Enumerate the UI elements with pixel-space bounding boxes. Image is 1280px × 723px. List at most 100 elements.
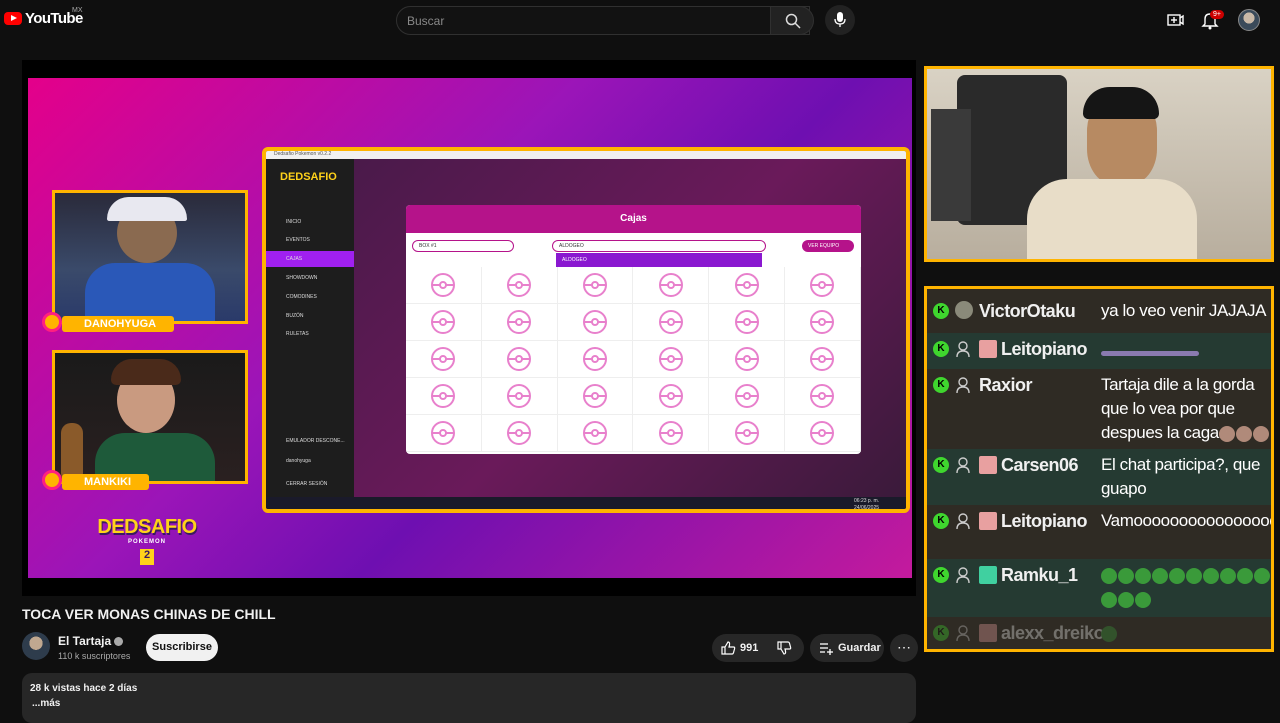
chat-text	[1101, 563, 1271, 611]
pokeball-icon	[810, 421, 835, 445]
description-box[interactable]: 28 k vistas hace 2 días ...más	[22, 673, 916, 723]
chat-text-content: El chat participa?, que guapo	[1101, 455, 1261, 498]
box-slot	[784, 378, 861, 415]
pokeball-icon	[431, 273, 456, 297]
pokeball-icon	[507, 310, 532, 334]
box-slot	[557, 304, 634, 341]
chat-username: Leitopiano	[1001, 339, 1088, 359]
chat-text: Vamoooooooooooooooooooooooos	[1101, 509, 1271, 533]
search-icon	[785, 13, 801, 29]
like-icon[interactable]	[720, 640, 736, 656]
box-slot	[633, 304, 710, 341]
menu-showdown: SHOWDOWN	[286, 275, 318, 281]
chat-username: VictorOtaku	[979, 301, 1076, 321]
box-slot	[557, 341, 634, 378]
box-slot	[709, 341, 785, 378]
dislike-icon[interactable]	[776, 640, 792, 656]
emote-icon	[1220, 567, 1236, 584]
box-select: BOX #1	[412, 240, 514, 252]
game-window-title: Dedsafio Pokemon v0.2.2	[266, 151, 906, 159]
pokeball-icon	[582, 273, 607, 297]
pokeball-icon	[658, 273, 683, 297]
game-user: danohyuga	[286, 458, 311, 464]
chat-message: K Leitopiano Vamoooooooooooooooooooooooos	[927, 505, 1271, 559]
youtube-play-icon	[4, 12, 22, 25]
show-more-link[interactable]: ...más	[32, 698, 60, 709]
pokeball-icon	[734, 310, 759, 334]
pokeball-icon	[582, 384, 607, 408]
search-placeholder: Buscar	[407, 14, 445, 28]
box-slot	[633, 415, 710, 452]
pokeball-icon	[507, 347, 532, 371]
kick-badge-icon: K	[933, 567, 949, 583]
pokeball-icon	[658, 347, 683, 371]
emote-icon	[1218, 425, 1235, 442]
user-avatar-icon	[955, 301, 973, 319]
chat-text: ya lo veo venir JAJAJA	[1101, 299, 1271, 323]
user-badge-icon	[955, 566, 971, 584]
notification-badge: 9+	[1210, 10, 1224, 19]
more-actions-button[interactable]: ⋯	[890, 634, 918, 662]
like-count[interactable]: 991	[740, 642, 758, 654]
chat-message: K Ramku_1	[927, 559, 1271, 617]
search-button[interactable]	[770, 6, 814, 35]
channel-avatar[interactable]	[22, 632, 50, 660]
streamer-shirt	[1027, 179, 1197, 259]
pokeball-icon	[658, 384, 683, 408]
box-grid	[406, 267, 861, 452]
box-slot	[481, 304, 558, 341]
video-player[interactable]: DANOHYUGA MANKIKI DEDSAFIO POKEMON 2 Ded…	[22, 60, 916, 596]
chat-username: alexx_dreiko	[1001, 623, 1105, 643]
menu-inicio: INICIO	[286, 219, 302, 225]
boxes-panel: Cajas BOX #1 ALDOGEO ALDOGEO VER EQUIPO	[406, 205, 861, 454]
chat-overlay: K VictorOtaku ya lo veo venir JAJAJA K Leito…	[924, 286, 1274, 652]
pokeball-icon	[734, 273, 759, 297]
box-slot	[481, 378, 558, 415]
channel-badge-icon	[979, 456, 997, 474]
create-icon[interactable]	[1165, 10, 1185, 30]
user-badge-icon	[955, 340, 971, 358]
cam-label-1: DANOHYUGA	[62, 316, 175, 332]
logout-item: CERRAR SESIÓN	[286, 481, 328, 487]
youtube-logo[interactable]: YouTube MX	[4, 7, 83, 27]
kick-badge-icon: K	[933, 457, 949, 473]
channel-name[interactable]: El Tartaja	[58, 634, 124, 648]
subscriber-count: 110 k suscriptores	[58, 651, 131, 661]
emote-strip	[1101, 351, 1199, 356]
boxes-title: Cajas	[406, 205, 861, 233]
save-button[interactable]: Guardar	[810, 634, 884, 662]
box-slot	[633, 267, 710, 304]
kick-badge-icon: K	[933, 377, 949, 393]
emote-icon	[1237, 567, 1253, 584]
kick-badge-icon: K	[933, 625, 949, 641]
emote-icon	[1252, 425, 1269, 442]
pokeball-icon	[734, 347, 759, 371]
user-badge-icon	[955, 512, 971, 530]
emote-icon	[1152, 567, 1168, 584]
active-menu-highlight	[266, 251, 354, 267]
verified-icon	[114, 637, 124, 647]
chat-text-content: Vamoooooooooooooooooooooooos	[1101, 511, 1271, 530]
pokeball-icon	[810, 310, 835, 334]
chat-message: K VictorOtaku ya lo veo venir JAJAJA	[927, 295, 1271, 327]
box-slot	[784, 304, 861, 341]
box-slot	[709, 378, 785, 415]
voice-search-button[interactable]	[825, 5, 855, 35]
pokeball-icon	[431, 384, 456, 408]
pokeball-icon	[810, 384, 835, 408]
pokeball-icon	[507, 273, 532, 297]
subscribe-button[interactable]: Suscribirse	[146, 634, 218, 661]
account-avatar[interactable]	[1238, 9, 1260, 31]
pokeball-icon	[582, 310, 607, 334]
taskbar-clock: 06:23 p. m.	[854, 498, 880, 504]
chat-text	[1101, 621, 1271, 645]
cam-pokeball-icon	[42, 312, 62, 332]
cam-pokeball-icon	[42, 470, 62, 490]
pokeball-icon	[810, 347, 835, 371]
box-slot	[481, 341, 558, 378]
kick-badge-icon: K	[933, 513, 949, 529]
pokeball-icon	[507, 421, 532, 445]
search-input[interactable]: Buscar	[396, 6, 810, 35]
channel-name-text: El Tartaja	[58, 634, 112, 648]
menu-cajas: CAJAS	[286, 256, 303, 262]
